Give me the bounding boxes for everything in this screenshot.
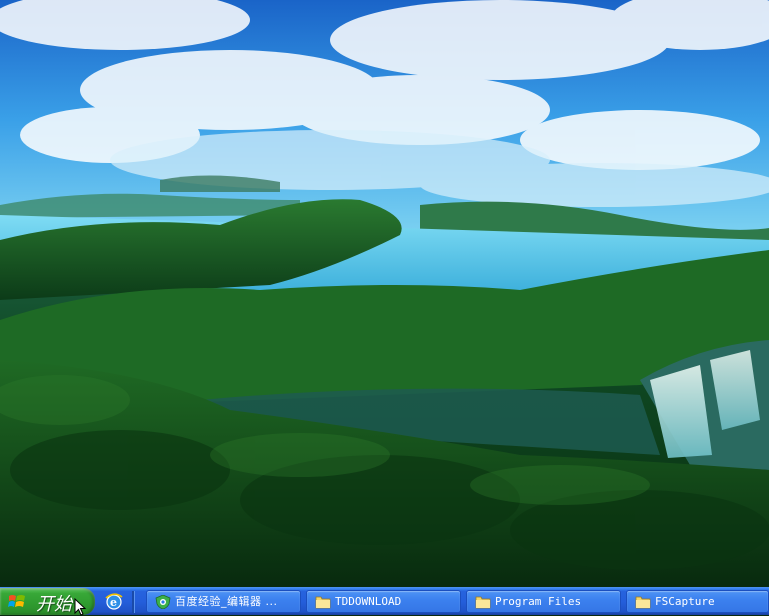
browser-shield-icon [155,595,171,609]
start-button[interactable]: 开始 [0,588,95,616]
folder-icon [315,596,331,609]
windows-logo-icon [8,595,25,607]
folder-icon [635,596,651,609]
task-label: Program Files [495,595,582,608]
svg-text:e: e [110,596,117,609]
task-label: 百度经验_编辑器 ... [175,595,278,608]
task-button-baidu-editor[interactable]: 百度经验_编辑器 ... [146,590,301,613]
task-button-program-files[interactable]: Program Files [466,590,621,613]
desktop-wallpaper [0,0,769,587]
wallpaper-scene [0,0,769,587]
task-label: FSCapture [655,595,715,608]
task-button-tddownload[interactable]: TDDOWNLOAD [306,590,461,613]
taskbar: 开始 e 百度经验_编辑器 ... TDDOWNLOAD Program Fil… [0,587,769,616]
folder-icon [475,596,491,609]
quicklaunch-separator [132,591,135,613]
internet-explorer-icon[interactable]: e [104,592,124,612]
task-button-fscapture[interactable]: FSCapture [626,590,769,613]
mouse-cursor-icon [74,598,87,616]
task-label: TDDOWNLOAD [335,595,402,608]
start-label: 开始 [36,594,72,615]
